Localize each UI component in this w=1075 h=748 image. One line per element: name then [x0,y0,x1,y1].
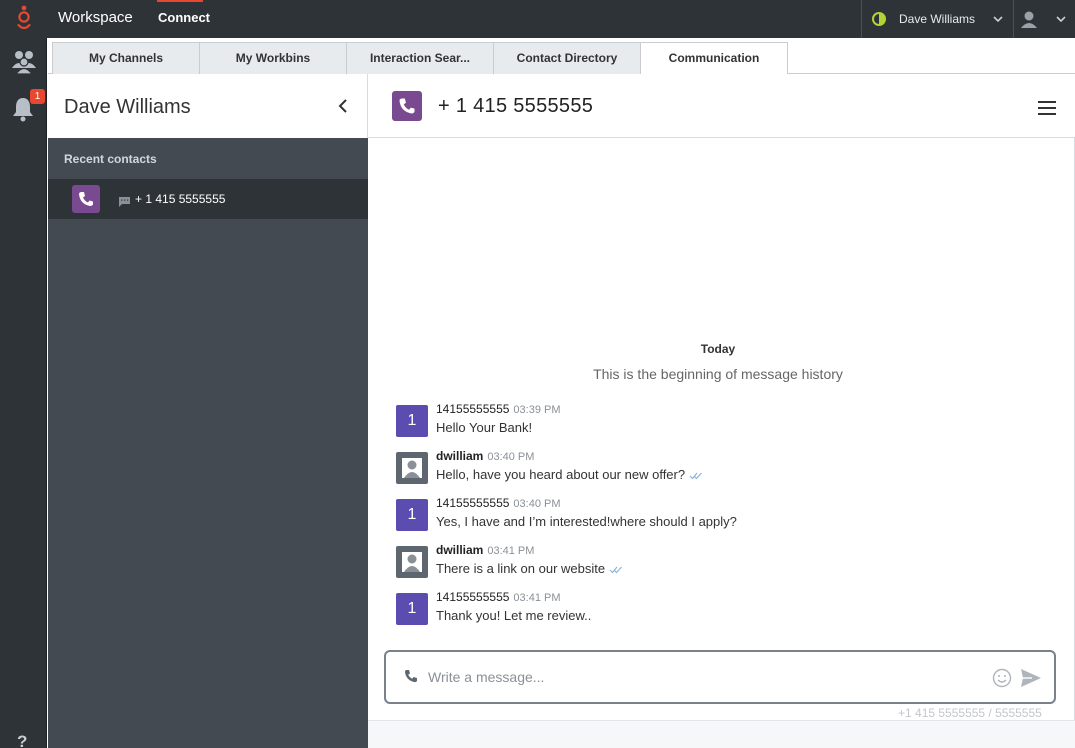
notification-badge: 1 [30,89,45,104]
help-button[interactable]: ? [17,732,27,748]
chevron-left-icon[interactable] [336,98,350,114]
phone-icon [79,192,93,206]
bottom-strip [368,720,1075,748]
customer-avatar: 1 [396,405,428,437]
message-time: 03:41 PM [513,592,561,604]
read-receipt-icon [609,566,623,574]
message-sender: 14155555555 [436,590,510,604]
message-time: 03:41 PM [487,545,535,557]
tab-my-channels[interactable]: My Channels [52,42,200,74]
message-text: Hello, have you heard about our new offe… [436,467,686,482]
user-name: Dave Williams [899,12,976,26]
message-text: Yes, I have and I’m interested!where sho… [436,514,737,529]
recent-contacts-label: Recent contacts [64,152,157,166]
agent-avatar-icon [1021,11,1037,28]
conversation-header: + 1 415 5555555 [368,74,1075,138]
message-composer [384,650,1056,704]
message-item: 1 14155555555 03:39 PM Hello Your Bank! [396,402,1036,442]
chevron-down-icon [1056,16,1066,22]
contacts-header: Dave Williams [48,74,368,138]
tab-interaction-search[interactable]: Interaction Sear... [346,42,494,74]
message-sender: 14155555555 [436,402,510,416]
agent-menu[interactable] [1014,0,1075,38]
channel-info: +1 415 5555555 / 5555555 [898,706,1042,720]
message-item: dwilliam 03:40 PM Hello, have you heard a… [396,449,1036,489]
app-title: Workspace [58,9,133,26]
rail-item-contacts[interactable] [0,38,47,82]
connect-tab[interactable]: Connect [158,10,210,25]
message-text: Hello Your Bank! [436,420,533,435]
agent-avatar [396,452,428,484]
chevron-down-icon [993,16,1003,22]
agent-avatar [396,546,428,578]
hamburger-menu-icon[interactable] [1038,101,1056,115]
channel-badge [392,91,422,121]
message-sender: dwilliam [436,449,484,463]
message-input[interactable] [428,666,968,688]
read-receipt-icon [689,472,703,480]
history-start-label: This is the beginning of message history [593,366,843,382]
contacts-title: Dave Williams [64,96,191,118]
message-text: There is a link on our website [436,561,606,576]
user-status-menu[interactable]: Dave Williams [861,0,1014,38]
phone-icon [405,670,417,683]
contact-item[interactable]: + 1 415 5555555 [48,179,368,219]
tab-my-workbins[interactable]: My Workbins [199,42,347,74]
message-item: 1 14155555555 03:40 PM Yes, I have and I’… [396,496,1036,536]
message-time: 03:40 PM [513,498,561,510]
team-icon [12,51,36,74]
chat-icon [119,197,130,207]
active-tab-indicator [157,0,203,2]
agent-icon [402,552,422,572]
message-sender: 14155555555 [436,496,510,510]
conversation-title: + 1 415 5555555 [438,95,594,117]
emoji-icon[interactable] [992,668,1012,688]
message-time: 03:39 PM [513,404,561,416]
top-bar: Workspace Connect Dave Williams [0,0,1075,38]
message-sender: dwilliam [436,543,484,557]
tab-communication[interactable]: Communication [640,42,788,75]
conversation-body: Today This is the beginning of message h… [368,138,1075,748]
agent-icon [402,458,422,478]
tab-contact-directory[interactable]: Contact Directory [493,42,641,74]
workspace-tabs: My Channels My Workbins Interaction Sear… [48,38,1075,75]
customer-avatar: 1 [396,499,428,531]
message-item: 1 14155555555 03:41 PM Thank you! Let me … [396,590,1036,630]
day-separator: Today [700,342,736,356]
customer-avatar: 1 [396,593,428,625]
contacts-panel: Dave Williams Recent contacts + 1 415 55… [48,74,368,748]
contact-name: + 1 415 5555555 [135,192,226,206]
message-item: dwilliam 03:41 PM There is a link on our … [396,543,1036,583]
phone-icon [399,98,415,114]
left-rail: 1 ? [0,38,47,748]
send-icon[interactable] [1020,668,1042,688]
status-ready-icon [872,12,886,26]
message-time: 03:40 PM [487,451,535,463]
message-text: Thank you! Let me review.. [436,608,592,623]
contact-type-badge [72,185,100,213]
genesys-logo-icon [17,5,31,30]
